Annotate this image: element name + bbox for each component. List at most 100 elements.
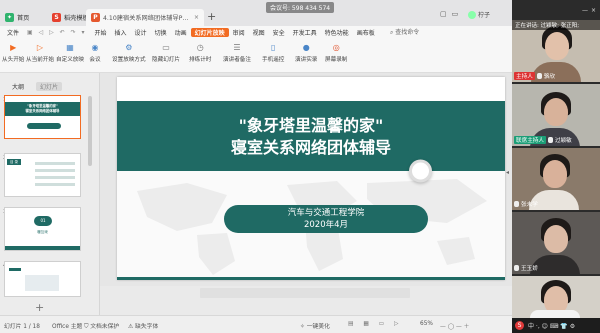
notes-scrollbar[interactable] (200, 288, 410, 298)
menu-devtools[interactable]: 开发工具 (289, 28, 321, 37)
tab-template[interactable]: S 稻壳模板 (47, 9, 87, 26)
participant-video-5[interactable] (512, 276, 600, 318)
menu-review[interactable]: 审阅 (229, 28, 249, 37)
date-text: 2020年4月 (303, 220, 349, 230)
quick-access-icons[interactable]: ▣ ◁ ▷ ↶ ↷ ▾ (23, 29, 91, 36)
custom-show-button[interactable]: ▦ 自定义放映 (56, 41, 84, 64)
slide-thumbnail-pane: 大纲 幻灯片 1 "象牙塔里温馨的家" 寝室关系网络团体辅导 2 目 录 3 0… (0, 73, 100, 315)
ribbon-toolbar: ▶ 从头开始 ▷ 从当前开始 ▦ 自定义放映 ◉ 会议 ⚙ 设置放映方式 ▭ 隐… (0, 39, 512, 73)
video-conference-panel: — × 正在讲话: 过颖敏; 张正阳; 主持人 骆欣 联席主持人 过颖敏 张未学… (512, 0, 600, 333)
menu-file[interactable]: 文件 (3, 28, 23, 37)
decorative-circle (409, 159, 432, 183)
rehearse-timing-button[interactable]: ◷ 排练计时 (189, 41, 211, 64)
meeting-id-badge: 会议号: 598 434 574 (266, 2, 335, 13)
zoom-slider[interactable]: — ◯ — ＋ (440, 321, 469, 330)
slide-thumb-1[interactable]: "象牙塔里温馨的家" 寝室关系网络团体辅导 (4, 95, 81, 139)
custom-show-icon: ▦ (66, 42, 74, 52)
ppt-icon: P (91, 13, 100, 22)
meeting-icon: ◉ (91, 42, 99, 52)
timer-icon: ◷ (196, 42, 204, 52)
search-command[interactable]: ⌕ 查找命令 (390, 27, 419, 37)
status-bar: 幻灯片 1 / 18 Office 主题 ⛉ 文档未保护 ⚠ 缺失字体 ✧ 一键… (0, 315, 512, 333)
menu-slideshow[interactable]: 幻灯片放映 (190, 28, 229, 37)
record-icon: ● (302, 42, 310, 52)
current-slide[interactable]: "象牙塔里温馨的家" 寝室关系网络团体辅导 汽车与交通工程学院 2020年4月 (117, 77, 505, 280)
mic-icon (514, 265, 519, 271)
participant-video-3[interactable]: 张未学 (512, 148, 600, 210)
pane-scrollbar[interactable] (88, 96, 92, 166)
speaker-notes-button[interactable]: ☰ 演讲者备注 (223, 41, 251, 64)
canvas-scroll-arrow-icon[interactable]: ◂ (506, 169, 509, 176)
panel-header: — × (512, 0, 600, 20)
minimize-icon[interactable]: — (582, 7, 588, 14)
screen-record-icon: ◎ (332, 42, 340, 52)
template-icon: S (52, 13, 61, 22)
avatar (468, 10, 476, 19)
slide-thumb-3[interactable]: 01 暖互戏 (4, 207, 81, 251)
add-slide-plus-icon[interactable]: + (35, 301, 44, 314)
bottom-accent-line (117, 277, 505, 280)
doc-protect-status[interactable]: ⛉ 文档未保护 (84, 321, 119, 331)
missing-font-status[interactable]: ⚠ 缺失字体 (128, 321, 158, 330)
phone-icon: ▯ (270, 42, 276, 52)
beautify-icon: ✧ (300, 324, 307, 330)
start-from-beginning-button[interactable]: ▶ 从头开始 (2, 41, 24, 64)
close-icon[interactable]: × (194, 14, 199, 21)
view-mode-icons[interactable]: ▤ ▦ ▭ ▷ (348, 321, 402, 327)
tab-document[interactable]: P 4.10建宿关系网络团体辅导PPT × (86, 9, 204, 26)
play-current-icon: ▷ (36, 42, 44, 52)
window-controls[interactable]: ▢▭ (440, 10, 463, 18)
tab-outline[interactable]: 大纲 (12, 82, 24, 91)
setup-show-button[interactable]: ⚙ 设置放映方式 (112, 41, 146, 64)
menu-view[interactable]: 视图 (249, 28, 269, 37)
meeting-button[interactable]: ◉ 会议 (88, 41, 102, 64)
hide-slide-button[interactable]: ▭ 隐藏幻灯片 (152, 41, 180, 64)
mic-icon (514, 201, 519, 207)
menu-transition[interactable]: 切换 (151, 28, 171, 37)
slide-thumb-2[interactable]: 目 录 (4, 153, 81, 197)
slide-title-line1: "象牙塔里温馨的家" (238, 116, 384, 135)
start-from-current-button[interactable]: ▷ 从当前开始 (26, 41, 54, 64)
screen-record-button[interactable]: ◎ 屏幕录制 (325, 41, 347, 64)
mic-icon (547, 137, 553, 143)
settings-icon: ⚙ (125, 42, 133, 52)
mic-icon (536, 73, 542, 79)
slide-editor-canvas: "象牙塔里温馨的家" 寝室关系网络团体辅导 汽车与交通工程学院 2020年4月 … (100, 73, 512, 315)
system-taskbar: S 中 ·, 😊 ⌨ 👕 ⚙ (512, 318, 600, 333)
menu-animation[interactable]: 动画 (171, 28, 191, 37)
input-method-icon[interactable]: S (515, 321, 524, 330)
tab-slides[interactable]: 幻灯片 (36, 82, 63, 91)
menu-start[interactable]: 开始 (91, 28, 111, 37)
user-chip[interactable]: 柠子 (468, 10, 490, 19)
menu-features[interactable]: 特色功能 (321, 28, 353, 37)
notes-icon: ☰ (233, 42, 241, 52)
tab-home[interactable]: ✦ 首页 (0, 9, 46, 26)
menu-security[interactable]: 安全 (269, 28, 289, 37)
org-date-pill: 汽车与交通工程学院 2020年4月 (224, 205, 428, 233)
theme-name: Office 主题 (52, 324, 83, 330)
menu-insert[interactable]: 插入 (111, 28, 131, 37)
participant-video-1[interactable]: 正在讲话: 过颖敏; 张正阳; 主持人 骆欣 (512, 20, 600, 82)
participant-label: 主持人 骆欣 (514, 72, 555, 80)
speech-record-button[interactable]: ● 演讲实录 (295, 41, 317, 64)
participant-label: 联席主持人 过颖敏 (514, 136, 572, 144)
home-icon: ✦ (5, 13, 14, 22)
slide-counter: 幻灯片 1 / 18 (4, 324, 40, 330)
menu-canvas[interactable]: 画布板 (353, 28, 379, 37)
zoom-value[interactable]: 65% (420, 321, 433, 327)
participant-video-2[interactable]: 联席主持人 过颖敏 (512, 84, 600, 146)
speaking-banner: 正在讲话: 过颖敏; 张正阳; (512, 20, 600, 30)
menu-design[interactable]: 设计 (131, 28, 151, 37)
taskbar-tray-icons[interactable]: 中 ·, 😊 ⌨ 👕 ⚙ (528, 321, 575, 330)
pane-tabs: 大纲 幻灯片 (12, 82, 63, 91)
phone-remote-button[interactable]: ▯ 手机遥控 (262, 41, 284, 64)
close-icon[interactable]: × (591, 7, 596, 14)
hide-slide-icon: ▭ (162, 42, 170, 52)
play-icon: ▶ (10, 42, 17, 52)
beautify-button[interactable]: ✧ 一键美化 (300, 321, 330, 330)
tab-bar: ✦ 首页 S 稻壳模板 P 4.10建宿关系网络团体辅导PPT × + 会议号:… (0, 0, 512, 26)
notes-area[interactable] (100, 286, 512, 315)
participant-video-4[interactable]: 王玉娇 (512, 212, 600, 274)
slide-thumb-4[interactable] (4, 261, 81, 297)
new-tab-plus-icon[interactable]: + (207, 10, 216, 23)
